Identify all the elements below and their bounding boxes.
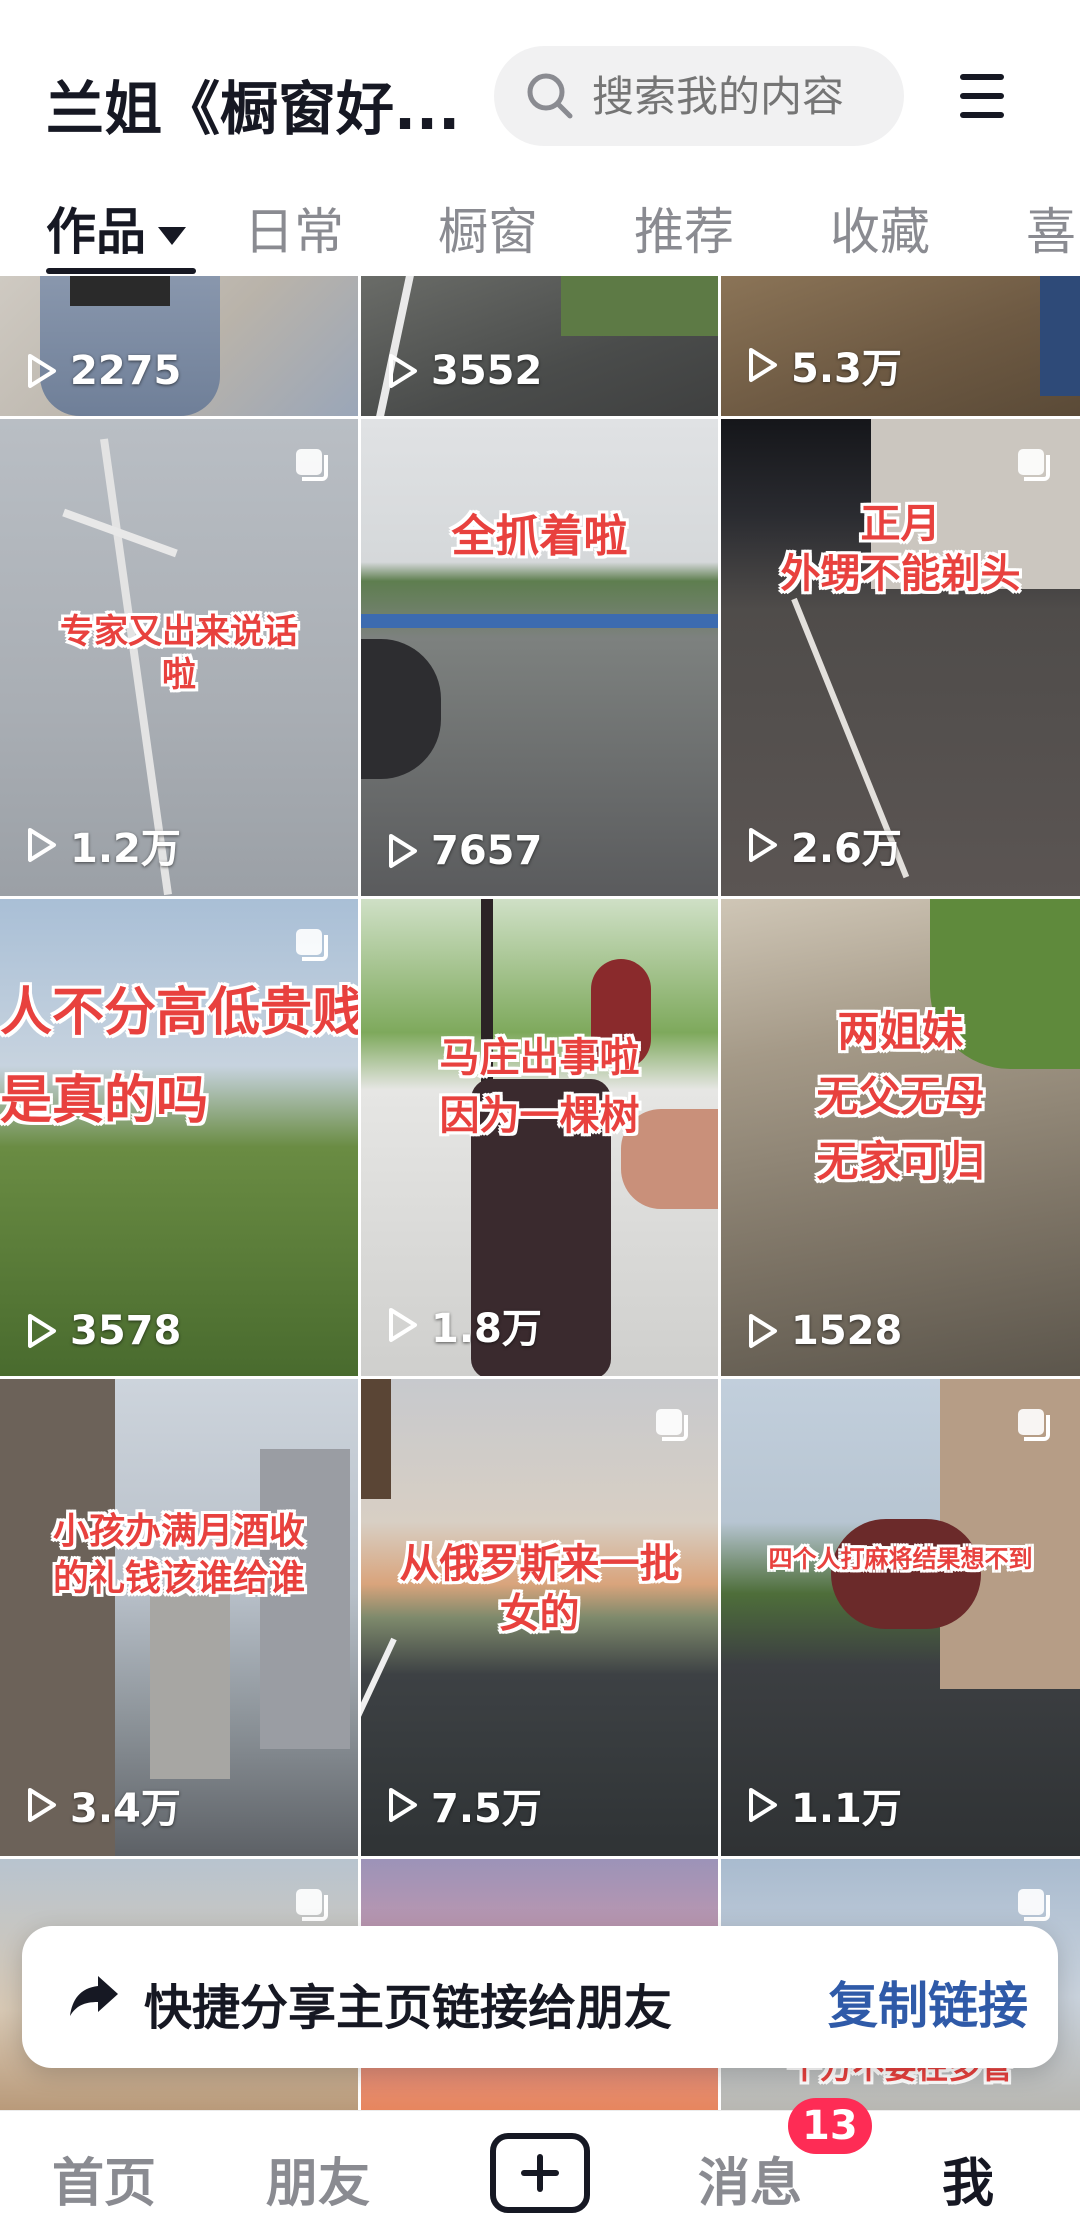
view-count: 2275 [22,348,181,394]
multi-image-icon [296,1889,328,1921]
caret-down-icon [158,226,186,245]
play-icon [749,348,777,382]
video-tile[interactable]: 两姐妹 无父无母 无家可归 1528 [721,899,1080,1376]
search-input[interactable] [592,71,892,121]
play-icon [749,828,777,862]
play-icon [389,1788,417,1822]
nav-home[interactable]: 首页 [52,2141,156,2216]
video-tile[interactable]: 马庄出事啦 因为一棵树 1.8万 [361,899,718,1376]
multi-image-icon [656,1409,688,1441]
view-count: 2.6万 [743,816,902,874]
multi-image-icon [1018,449,1050,481]
video-tile[interactable]: 小孩办满月酒收 的礼钱该谁给谁 3.4万 [0,1379,358,1856]
nav-messages[interactable]: 消息 [698,2141,802,2216]
share-profile-card: 快捷分享主页链接给朋友 复制链接 [22,1926,1058,2068]
view-count: 1.1万 [743,1776,902,1834]
page-title: 兰姐《橱窗好... [46,75,461,143]
view-count: 3.4万 [22,1776,181,1834]
copy-link-button[interactable]: 复制链接 [828,1966,1028,2038]
play-icon [749,1788,777,1822]
nav-friends[interactable]: 朋友 [266,2141,370,2216]
share-text: 快捷分享主页链接给朋友 [144,1980,673,2036]
play-icon [389,1308,417,1342]
view-count: 7657 [383,828,542,874]
tab-likes[interactable]: 喜 [1026,192,1076,264]
nav-me[interactable]: 我 [942,2141,994,2216]
play-icon [28,1314,56,1348]
view-count: 7.5万 [383,1776,542,1834]
profile-tabs: 作品 日常 橱窗 推荐 收藏 喜 [0,180,1080,276]
video-caption: 小孩办满月酒收 的礼钱该谁给谁 [52,1511,305,1599]
view-count: 1.8万 [383,1296,542,1354]
multi-image-icon [296,929,328,961]
tab-favorites[interactable]: 收藏 [830,192,930,264]
video-caption: 人不分高低贵贱 是真的吗 [0,983,358,1132]
video-caption: 正月 外甥不能剃头 [780,501,1021,597]
video-tile[interactable]: 3552 [361,276,718,416]
play-icon [389,834,417,868]
video-grid: 2275 3552 5.3万 专家又出来说话啦 1.2万 全抓着啦 7657 正… [0,276,1080,2110]
bottom-nav: 首页 朋友 消息 我 [0,2110,1080,2235]
multi-image-icon [296,449,328,481]
video-caption: 从俄罗斯来一批 女的 [399,1541,680,1637]
play-icon [389,354,417,388]
video-tile[interactable]: 全抓着啦 7657 [361,419,718,896]
search-box[interactable] [494,46,904,146]
play-icon [28,1788,56,1822]
tab-label: 作品 [46,203,146,261]
search-icon [527,73,573,119]
video-caption: 全抓着啦 [451,511,628,562]
video-tile[interactable]: 2275 [0,276,358,416]
video-caption: 马庄出事啦 因为一棵树 [439,1035,640,1139]
tab-showcase[interactable]: 橱窗 [438,192,538,264]
video-tile[interactable]: 四个人打麻将结果想不到 1.1万 [721,1379,1080,1856]
video-tile[interactable]: 专家又出来说话啦 1.2万 [0,419,358,896]
multi-image-icon [1018,1889,1050,1921]
menu-icon[interactable] [960,66,1012,126]
video-caption: 两姐妹 无父无母 无家可归 [816,1007,985,1187]
video-tile[interactable]: 正月 外甥不能剃头 2.6万 [721,419,1080,896]
play-icon [28,354,56,388]
video-caption: 专家又出来说话啦 [60,612,298,695]
view-count: 1.2万 [22,816,181,874]
video-caption: 四个人打麻将结果想不到 [768,1545,1033,1573]
tab-underline [46,268,196,274]
video-tile[interactable]: 人不分高低贵贱 是真的吗 3578 [0,899,358,1376]
profile-header: 兰姐《橱窗好... [0,0,1080,180]
plus-icon [521,2154,559,2192]
view-count: 5.3万 [743,336,902,394]
create-button[interactable] [490,2133,590,2213]
multi-image-icon [1018,1409,1050,1441]
share-arrow-icon [70,1976,118,2016]
video-tile[interactable]: 从俄罗斯来一批 女的 7.5万 [361,1379,718,1856]
play-icon [749,1314,777,1348]
tab-works[interactable]: 作品 [46,192,186,264]
play-icon [28,828,56,862]
view-count: 1528 [743,1308,902,1354]
video-tile[interactable]: 5.3万 [721,276,1080,416]
tab-daily[interactable]: 日常 [244,192,344,264]
message-badge: 13 [788,2098,872,2154]
view-count: 3552 [383,348,542,394]
view-count: 3578 [22,1308,181,1354]
tab-recommend[interactable]: 推荐 [634,192,734,264]
